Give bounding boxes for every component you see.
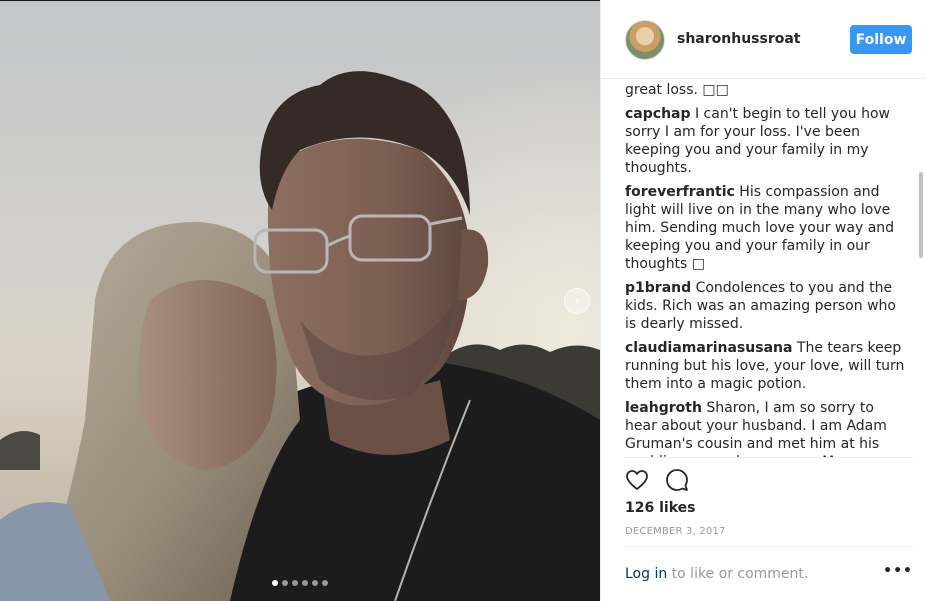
comment: foreverfrantic His compassion and light …	[625, 183, 905, 273]
carousel-dot[interactable]	[312, 580, 318, 586]
comments-scrollbar[interactable]	[919, 172, 923, 258]
carousel-dot[interactable]	[302, 580, 308, 586]
likes-count[interactable]: 126 likes	[625, 500, 695, 516]
post-actions	[625, 468, 689, 492]
comment: p1brand Condolences to you and the kids.…	[625, 279, 905, 333]
more-options-icon[interactable]: •••	[883, 563, 913, 579]
carousel-dot[interactable]	[322, 580, 328, 586]
comment-icon[interactable]	[665, 468, 689, 492]
comment-author[interactable]: p1brand	[625, 280, 691, 296]
comment-author[interactable]: claudiamarinasusana	[625, 340, 792, 356]
carousel-dot[interactable]	[292, 580, 298, 586]
comment-author[interactable]: leahgroth	[625, 400, 702, 416]
post-header: sharonhussroat Follow	[601, 0, 926, 79]
post-date[interactable]: DECEMBER 3, 2017	[625, 526, 726, 537]
post-sidebar: sharonhussroat Follow great loss. □□ cap…	[600, 0, 926, 601]
comment: capchap I can't begin to tell you how so…	[625, 105, 905, 177]
divider	[625, 457, 913, 458]
comment: claudiamarinasusana The tears keep runni…	[625, 339, 905, 393]
follow-button[interactable]: Follow	[850, 25, 912, 54]
top-edge	[0, 0, 600, 1]
photo-illustration	[0, 0, 600, 601]
next-slide-button[interactable]: ›	[564, 288, 590, 314]
username-link[interactable]: sharonhussroat	[677, 31, 801, 47]
login-link[interactable]: Log in	[625, 566, 667, 582]
comment-author[interactable]: foreverfrantic	[625, 184, 735, 200]
carousel-dots	[272, 580, 328, 586]
comment: leahgroth Sharon, I am so sorry to hear …	[625, 399, 905, 457]
carousel-dot[interactable]	[282, 580, 288, 586]
carousel-dot[interactable]	[272, 580, 278, 586]
comment-footer: Log in to like or comment. •••	[625, 546, 913, 601]
login-prompt-text: to like or comment.	[667, 566, 809, 582]
comment-partial: great loss. □□	[625, 82, 729, 98]
comments-list[interactable]: great loss. □□ capchap I can't begin to …	[625, 79, 905, 457]
login-prompt: Log in to like or comment.	[625, 566, 808, 582]
avatar[interactable]	[625, 20, 665, 60]
post-photo[interactable]: ›	[0, 0, 600, 601]
chevron-right-icon: ›	[574, 293, 580, 309]
heart-icon[interactable]	[625, 468, 649, 492]
comment-author[interactable]: capchap	[625, 106, 691, 122]
